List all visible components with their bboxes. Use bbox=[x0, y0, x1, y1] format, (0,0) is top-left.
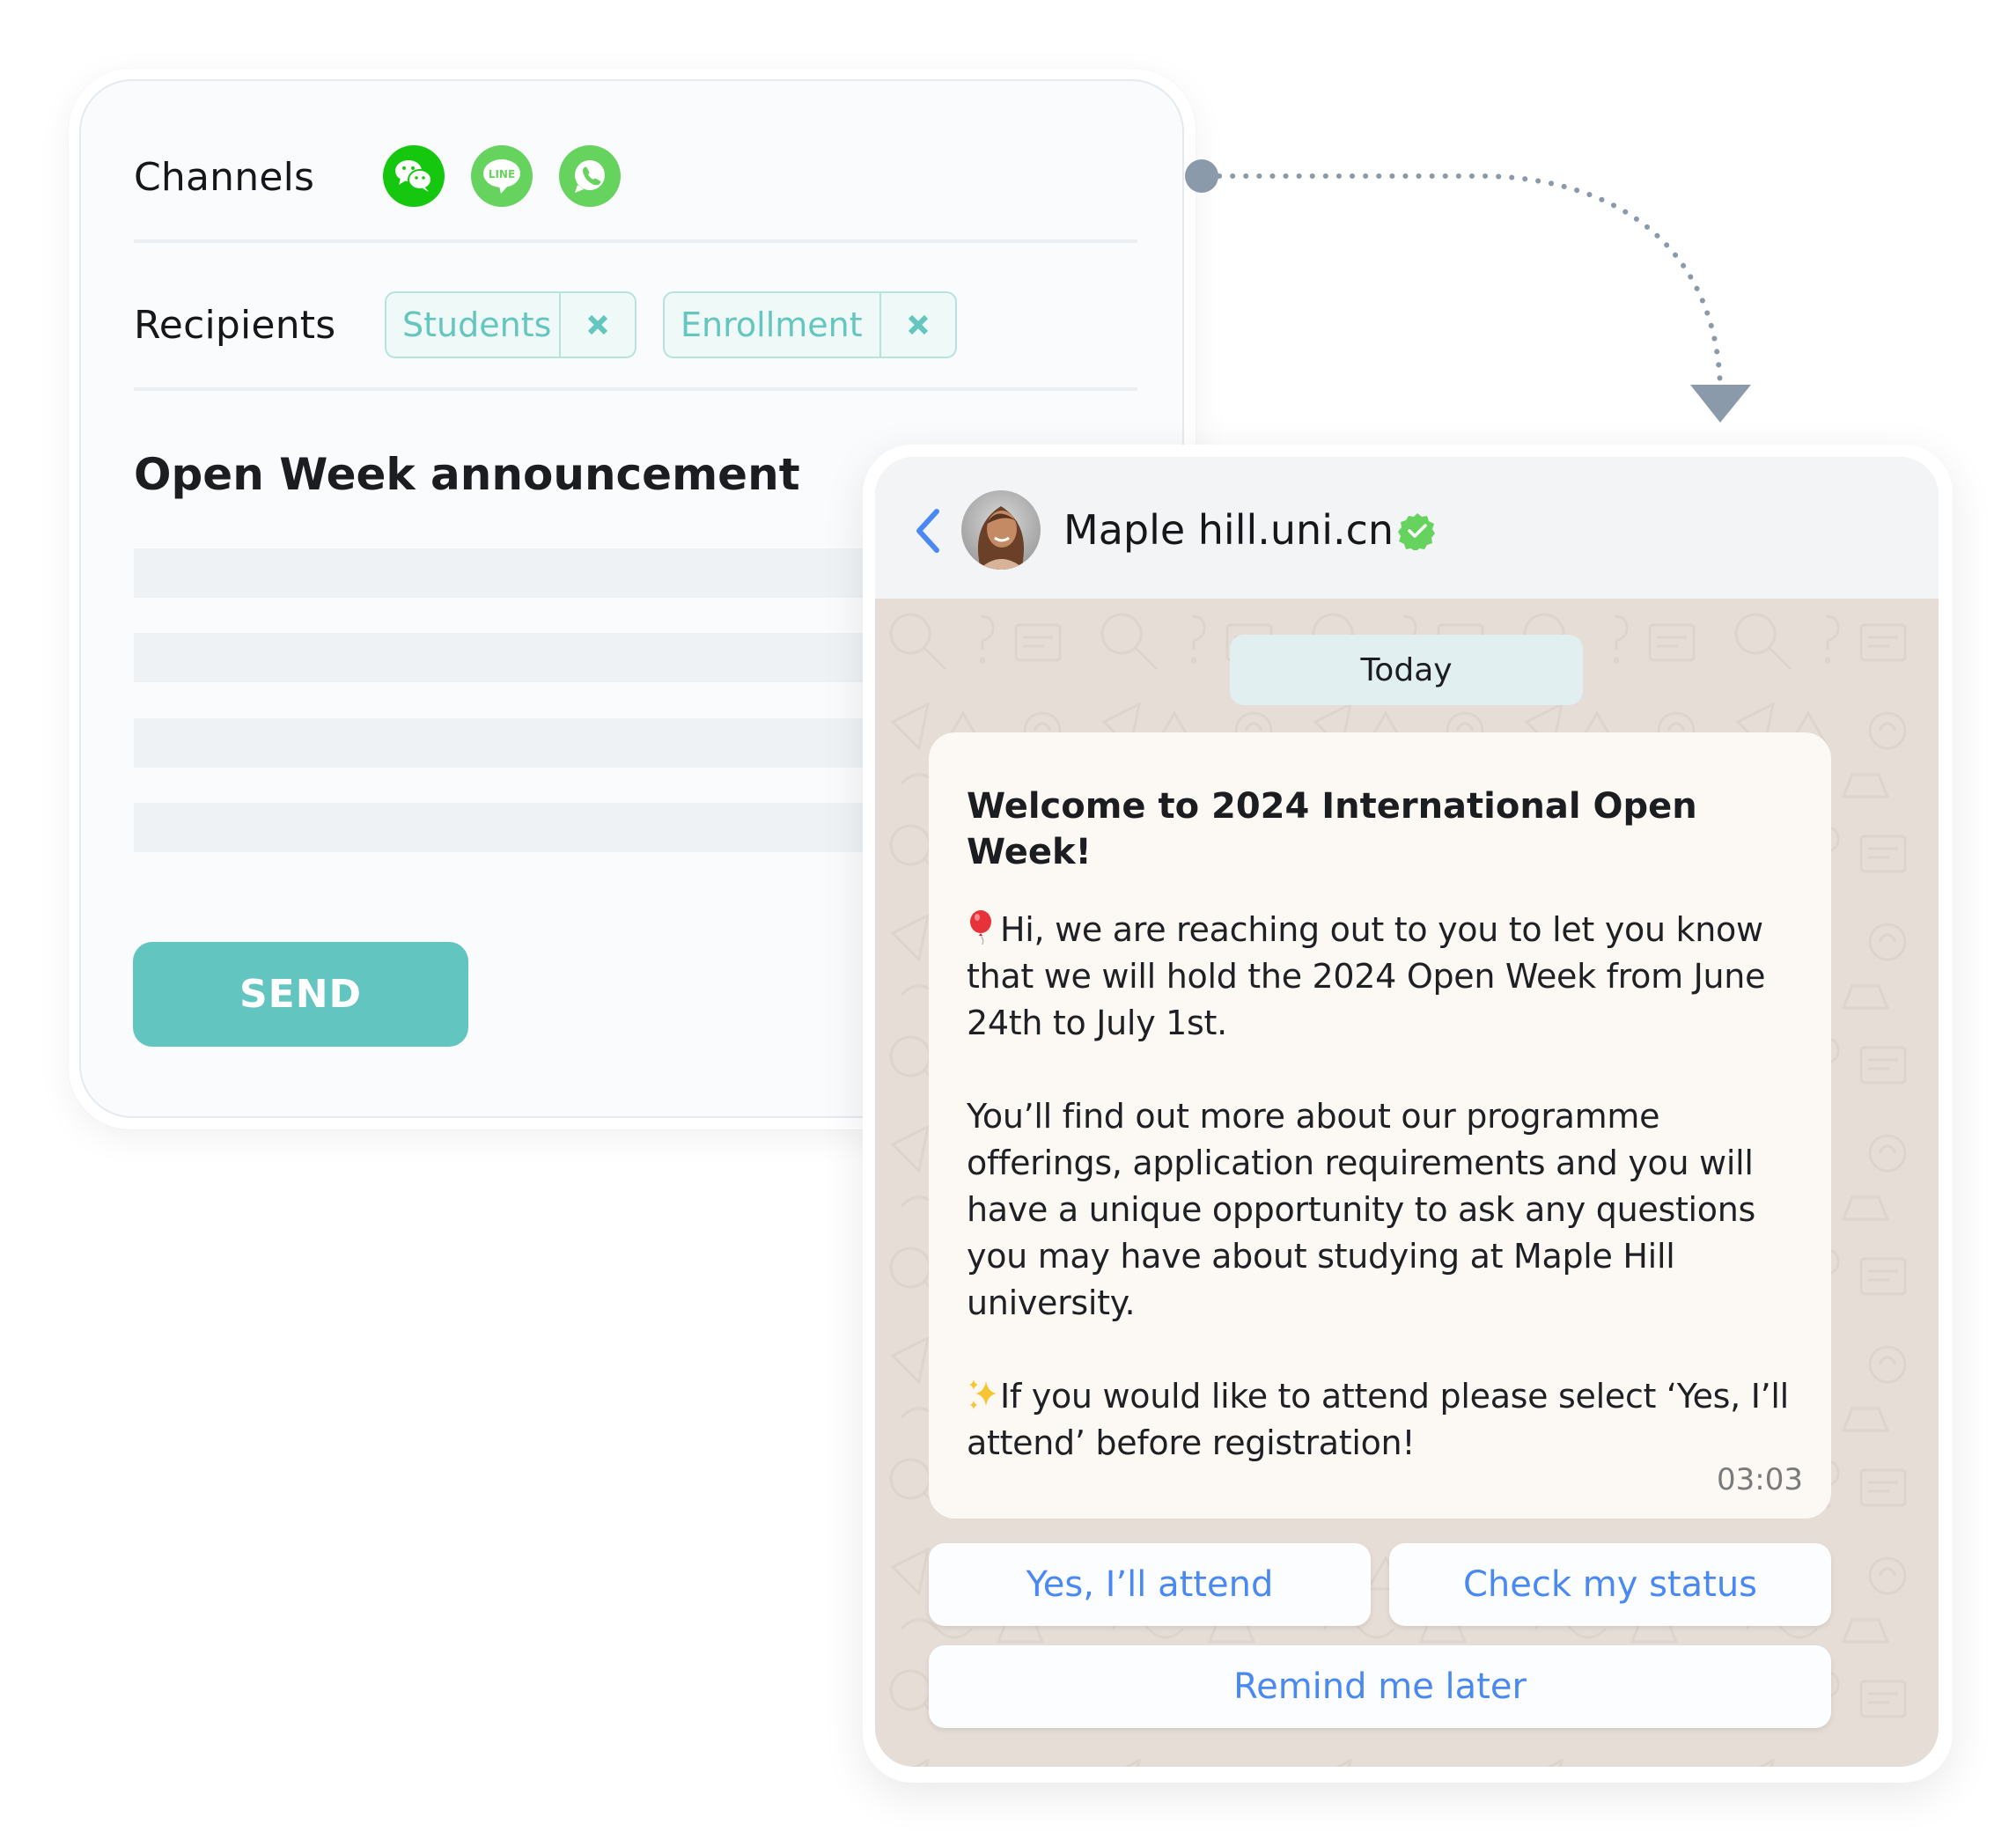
message-bubble: Welcome to 2024 International Open Week!… bbox=[929, 732, 1831, 1519]
message-paragraph-text: Hi, we are reaching out to you to let yo… bbox=[967, 910, 1766, 1042]
quick-reply-remind-later[interactable]: Remind me later bbox=[929, 1645, 1831, 1728]
recipients-label: Recipients bbox=[134, 303, 336, 348]
contact-name: Maple hill.uni.cn bbox=[1063, 506, 1394, 554]
close-icon bbox=[908, 314, 929, 335]
quick-reply-check-status[interactable]: Check my status bbox=[1389, 1543, 1831, 1626]
message-paragraph-text: You’ll find out more about our programme… bbox=[967, 1097, 1756, 1322]
sparkles-icon bbox=[969, 1379, 997, 1409]
channels-label: Channels bbox=[134, 155, 315, 200]
message-paragraph: You’ll find out more about our programme… bbox=[967, 1093, 1792, 1327]
date-separator: Today bbox=[1230, 635, 1583, 705]
announcement-title: Open Week announcement bbox=[134, 449, 800, 500]
chat-preview: Maple hill.uni.cn Today Welcome to 2024 … bbox=[875, 457, 1939, 1767]
message-placeholder-line[interactable] bbox=[134, 718, 891, 768]
channel-whatsapp-button[interactable] bbox=[559, 145, 621, 207]
wechat-icon bbox=[395, 160, 432, 192]
verified-badge-icon bbox=[1398, 513, 1435, 550]
balloon-icon bbox=[970, 910, 991, 945]
message-paragraph: If you would like to attend please selec… bbox=[967, 1373, 1792, 1467]
channel-line-button[interactable]: LINE bbox=[471, 145, 533, 207]
recipient-tag-students: Students bbox=[385, 291, 636, 358]
channel-wechat-button[interactable] bbox=[383, 145, 445, 207]
person-avatar-icon bbox=[977, 506, 1025, 570]
message-paragraph-text: If you would like to attend please selec… bbox=[967, 1377, 1789, 1462]
message-title: Welcome to 2024 International Open Week! bbox=[967, 786, 1697, 872]
whatsapp-icon bbox=[575, 160, 605, 193]
message-paragraph: Hi, we are reaching out to you to let yo… bbox=[967, 907, 1792, 1047]
close-icon bbox=[587, 314, 608, 335]
message-placeholder-line[interactable] bbox=[134, 548, 891, 598]
remove-recipient-button[interactable] bbox=[561, 293, 635, 357]
quick-reply-yes-attend[interactable]: Yes, I’ll attend bbox=[929, 1543, 1371, 1626]
message-placeholder-line[interactable] bbox=[134, 633, 891, 682]
recipient-tag-label: Students bbox=[386, 293, 561, 357]
remove-recipient-button[interactable] bbox=[881, 293, 955, 357]
message-placeholder-line[interactable] bbox=[134, 803, 891, 852]
recipient-tag-label: Enrollment bbox=[665, 293, 881, 357]
send-button[interactable]: SEND bbox=[133, 942, 468, 1047]
divider bbox=[134, 239, 1137, 243]
recipient-tag-enrollment: Enrollment bbox=[663, 291, 957, 358]
contact-avatar[interactable] bbox=[961, 490, 1041, 570]
connector-arrowhead-icon bbox=[1690, 385, 1751, 423]
message-timestamp: 03:03 bbox=[1717, 1462, 1803, 1497]
line-icon: LINE bbox=[483, 159, 520, 194]
line-glyph-text: LINE bbox=[489, 168, 515, 180]
chat-header: Maple hill.uni.cn bbox=[875, 457, 1939, 599]
divider bbox=[134, 387, 1137, 391]
connector-dotted-line bbox=[1217, 173, 1723, 390]
chevron-left-icon[interactable] bbox=[912, 508, 944, 554]
